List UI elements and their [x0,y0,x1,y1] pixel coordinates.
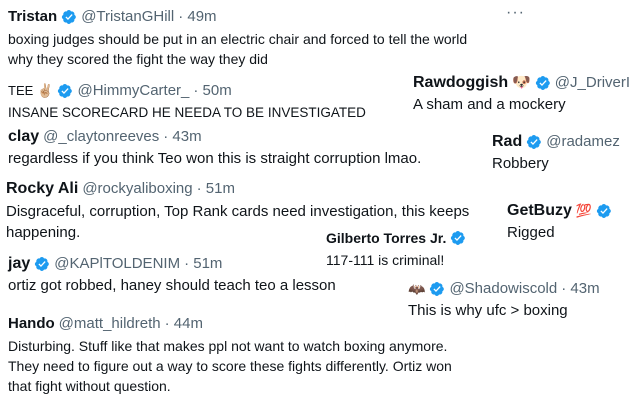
tweet-text: boxing judges should be put in an electr… [8,31,468,67]
author-name[interactable]: Tristan [8,8,57,26]
author-name[interactable]: TEE [8,82,33,100]
author-name[interactable]: Rad [492,133,522,151]
tweet-tristan[interactable]: Tristan @TristanGHill · 49m boxing judge… [8,8,467,69]
tweet-jay[interactable]: jay @KAPlTOLDENIM · 51m ortiz got robbed… [8,255,336,296]
tweet-text: INSANE SCORECARD HE NEEDA TO BE INVESTIG… [8,105,366,120]
tweet-text: ortiz got robbed, haney should teach teo… [8,277,336,294]
tweet-rawdoggish[interactable]: Rawdoggish 🐶 @J_DriverI A sham and a moc… [413,74,630,115]
author-handle[interactable]: @HimmyCarter_ [77,82,189,100]
hundred-points-emoji-icon: 💯 [575,203,593,218]
verified-badge-icon [596,203,612,219]
tweet-time[interactable]: · 43m [163,128,201,146]
author-name[interactable]: Gilberto Torres Jr. [326,229,446,247]
verified-badge-icon [61,9,77,25]
tweet-time[interactable]: · 44m [165,315,203,333]
author-name[interactable]: GetBuzy [507,202,572,220]
author-name[interactable]: Rocky Ali [6,180,78,198]
tweet-time[interactable]: · 51m [197,180,235,198]
author-name[interactable]: Rawdoggish [413,74,508,92]
tweet-text: A sham and a mockery [413,96,566,113]
author-handle[interactable]: @rockyaliboxing [82,180,192,198]
verified-badge-icon [526,134,542,150]
verified-badge-icon [450,230,466,246]
author-name[interactable]: jay [8,255,30,273]
tweet-gilberto-torres[interactable]: Gilberto Torres Jr. 117-111 is criminal! [326,229,466,270]
tweet-clay[interactable]: clay @_claytonreeves · 43m regardless if… [8,128,421,169]
author-handle[interactable]: @Shadowiscold [449,280,557,298]
tweet-time[interactable]: · 43m [561,280,599,298]
tweet-time[interactable]: · 51m [184,255,222,273]
author-handle[interactable]: @J_DriverI [555,74,630,92]
tweet-text: Robbery [492,155,549,172]
verified-badge-icon [429,281,445,297]
peace-hand-emoji-icon: ✌🏼 [37,83,54,98]
tweet-text: 117-111 is criminal! [326,252,445,268]
tweet-time[interactable]: · 50m [193,82,231,100]
tweet-text: Disturbing. Stuff like that makes ppl no… [8,338,452,394]
author-handle[interactable]: @KAPlTOLDENIM [54,255,180,273]
author-name[interactable]: Hando [8,315,55,333]
verified-badge-icon [57,83,73,99]
author-name[interactable]: clay [8,128,39,146]
bat-emoji-icon: 🦇 [408,281,426,297]
author-handle[interactable]: @matt_hildreth [59,315,161,333]
author-handle[interactable]: @TristanGHill [81,8,174,26]
verified-badge-icon [34,256,50,272]
tweet-text: regardless if you think Teo won this is … [8,150,422,167]
tweet-tee[interactable]: TEE ✌🏼 @HimmyCarter_ · 50m INSANE SCOREC… [8,82,366,123]
author-handle[interactable]: @_claytonreeves [43,128,159,146]
author-handle[interactable]: @radamez [546,133,620,151]
tweet-text: Rigged [507,224,555,241]
dog-emoji-icon: 🐶 [512,74,531,91]
verified-badge-icon [535,75,551,91]
tweet-getbuzy[interactable]: GetBuzy 💯 Rigged [507,202,612,243]
tweet-time[interactable]: · 49m [178,8,216,26]
tweet-hando[interactable]: Hando @matt_hildreth · 44m Disturbing. S… [8,315,452,396]
tweet-rad[interactable]: Rad @radamez Robbery [492,133,620,174]
more-options-icon[interactable]: ··· [506,4,525,22]
